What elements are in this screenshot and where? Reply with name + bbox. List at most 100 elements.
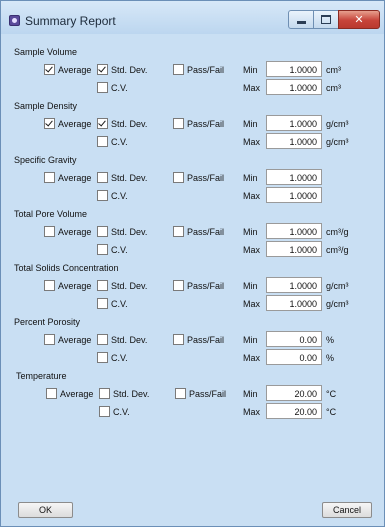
pass-fail-label: Pass/Fail bbox=[187, 65, 225, 75]
std-dev-label: Std. Dev. bbox=[111, 65, 148, 75]
std-dev-checkbox[interactable] bbox=[97, 172, 108, 183]
max-label: Max bbox=[243, 83, 261, 93]
max-field[interactable]: 20.00 bbox=[266, 403, 322, 419]
std-dev-checkbox[interactable] bbox=[97, 334, 108, 345]
min-label: Min bbox=[243, 227, 258, 237]
min-field[interactable]: 20.00 bbox=[266, 385, 322, 401]
minimize-icon bbox=[296, 21, 306, 24]
pass-fail-checkbox[interactable] bbox=[173, 334, 184, 345]
pass-fail-checkbox[interactable] bbox=[173, 64, 184, 75]
average-checkbox[interactable] bbox=[44, 64, 55, 75]
max-unit: % bbox=[326, 353, 335, 363]
max-unit: cm³/g bbox=[326, 245, 349, 255]
average-label: Average bbox=[58, 281, 92, 291]
maximize-button[interactable] bbox=[313, 10, 339, 29]
maximize-icon bbox=[321, 15, 331, 24]
average-checkbox[interactable] bbox=[44, 226, 55, 237]
max-field[interactable]: 0.00 bbox=[266, 349, 322, 365]
cv-checkbox[interactable] bbox=[97, 136, 108, 147]
min-label: Min bbox=[243, 335, 258, 345]
pass-fail-label: Pass/Fail bbox=[187, 227, 225, 237]
ok-button[interactable]: OK bbox=[18, 502, 73, 518]
close-icon: ✕ bbox=[354, 14, 364, 26]
cv-label: C.V. bbox=[111, 137, 128, 147]
pass-fail-label: Pass/Fail bbox=[187, 119, 225, 129]
min-field[interactable]: 0.00 bbox=[266, 331, 322, 347]
cv-checkbox[interactable] bbox=[97, 82, 108, 93]
std-dev-checkbox[interactable] bbox=[97, 64, 108, 75]
section-title: Specific Gravity bbox=[14, 155, 77, 165]
cancel-button[interactable]: Cancel bbox=[322, 502, 372, 518]
cv-checkbox[interactable] bbox=[97, 298, 108, 309]
cv-label: C.V. bbox=[111, 299, 128, 309]
min-unit: % bbox=[326, 335, 335, 345]
average-checkbox[interactable] bbox=[46, 388, 57, 399]
title-bar[interactable]: Summary Report ✕ bbox=[1, 1, 384, 34]
section-title: Total Solids Concentration bbox=[14, 263, 119, 273]
pass-fail-label: Pass/Fail bbox=[189, 389, 227, 399]
std-dev-checkbox[interactable] bbox=[97, 280, 108, 291]
max-unit: g/cm³ bbox=[326, 137, 349, 147]
max-label: Max bbox=[243, 299, 261, 309]
min-label: Min bbox=[243, 281, 258, 291]
min-unit: cm³ bbox=[326, 65, 341, 75]
min-field[interactable]: 1.0000 bbox=[266, 61, 322, 77]
pass-fail-checkbox[interactable] bbox=[173, 280, 184, 291]
pass-fail-label: Pass/Fail bbox=[187, 335, 225, 345]
section-title: Total Pore Volume bbox=[14, 209, 88, 219]
max-unit: g/cm³ bbox=[326, 299, 349, 309]
cv-checkbox[interactable] bbox=[97, 352, 108, 363]
average-checkbox[interactable] bbox=[44, 172, 55, 183]
max-unit: °C bbox=[326, 407, 337, 417]
std-dev-checkbox[interactable] bbox=[97, 118, 108, 129]
min-unit: °C bbox=[326, 389, 337, 399]
min-field[interactable]: 1.0000 bbox=[266, 169, 322, 185]
std-dev-label: Std. Dev. bbox=[111, 119, 148, 129]
section-title: Percent Porosity bbox=[14, 317, 81, 327]
max-label: Max bbox=[243, 191, 261, 201]
std-dev-checkbox[interactable] bbox=[99, 388, 110, 399]
max-field[interactable]: 1.0000 bbox=[266, 295, 322, 311]
close-button[interactable]: ✕ bbox=[338, 10, 380, 29]
average-label: Average bbox=[58, 227, 92, 237]
pass-fail-checkbox[interactable] bbox=[173, 172, 184, 183]
max-label: Max bbox=[243, 353, 261, 363]
average-checkbox[interactable] bbox=[44, 334, 55, 345]
pass-fail-label: Pass/Fail bbox=[187, 281, 225, 291]
minimize-button[interactable] bbox=[288, 10, 314, 29]
average-checkbox[interactable] bbox=[44, 280, 55, 291]
cv-label: C.V. bbox=[111, 245, 128, 255]
min-field[interactable]: 1.0000 bbox=[266, 223, 322, 239]
std-dev-label: Std. Dev. bbox=[113, 389, 150, 399]
pass-fail-checkbox[interactable] bbox=[173, 226, 184, 237]
average-label: Average bbox=[60, 389, 94, 399]
min-unit: g/cm³ bbox=[326, 119, 349, 129]
min-field[interactable]: 1.0000 bbox=[266, 277, 322, 293]
pass-fail-checkbox[interactable] bbox=[175, 388, 186, 399]
max-label: Max bbox=[243, 245, 261, 255]
section-title: Sample Density bbox=[14, 101, 78, 111]
max-field[interactable]: 1.0000 bbox=[266, 187, 322, 203]
min-label: Min bbox=[243, 65, 258, 75]
average-label: Average bbox=[58, 119, 92, 129]
max-unit: cm³ bbox=[326, 83, 341, 93]
max-field[interactable]: 1.0000 bbox=[266, 79, 322, 95]
section-title: Sample Volume bbox=[14, 47, 78, 57]
cv-checkbox[interactable] bbox=[99, 406, 110, 417]
min-label: Min bbox=[243, 173, 258, 183]
cv-checkbox[interactable] bbox=[97, 190, 108, 201]
cv-checkbox[interactable] bbox=[97, 244, 108, 255]
average-checkbox[interactable] bbox=[44, 118, 55, 129]
min-unit: g/cm³ bbox=[326, 281, 349, 291]
std-dev-checkbox[interactable] bbox=[97, 226, 108, 237]
average-label: Average bbox=[58, 335, 92, 345]
average-label: Average bbox=[58, 65, 92, 75]
max-field[interactable]: 1.0000 bbox=[266, 241, 322, 257]
section-title: Temperature bbox=[16, 371, 67, 381]
min-field[interactable]: 1.0000 bbox=[266, 115, 322, 131]
cv-label: C.V. bbox=[111, 83, 128, 93]
pass-fail-checkbox[interactable] bbox=[173, 118, 184, 129]
max-field[interactable]: 1.0000 bbox=[266, 133, 322, 149]
min-label: Min bbox=[243, 389, 258, 399]
std-dev-label: Std. Dev. bbox=[111, 173, 148, 183]
